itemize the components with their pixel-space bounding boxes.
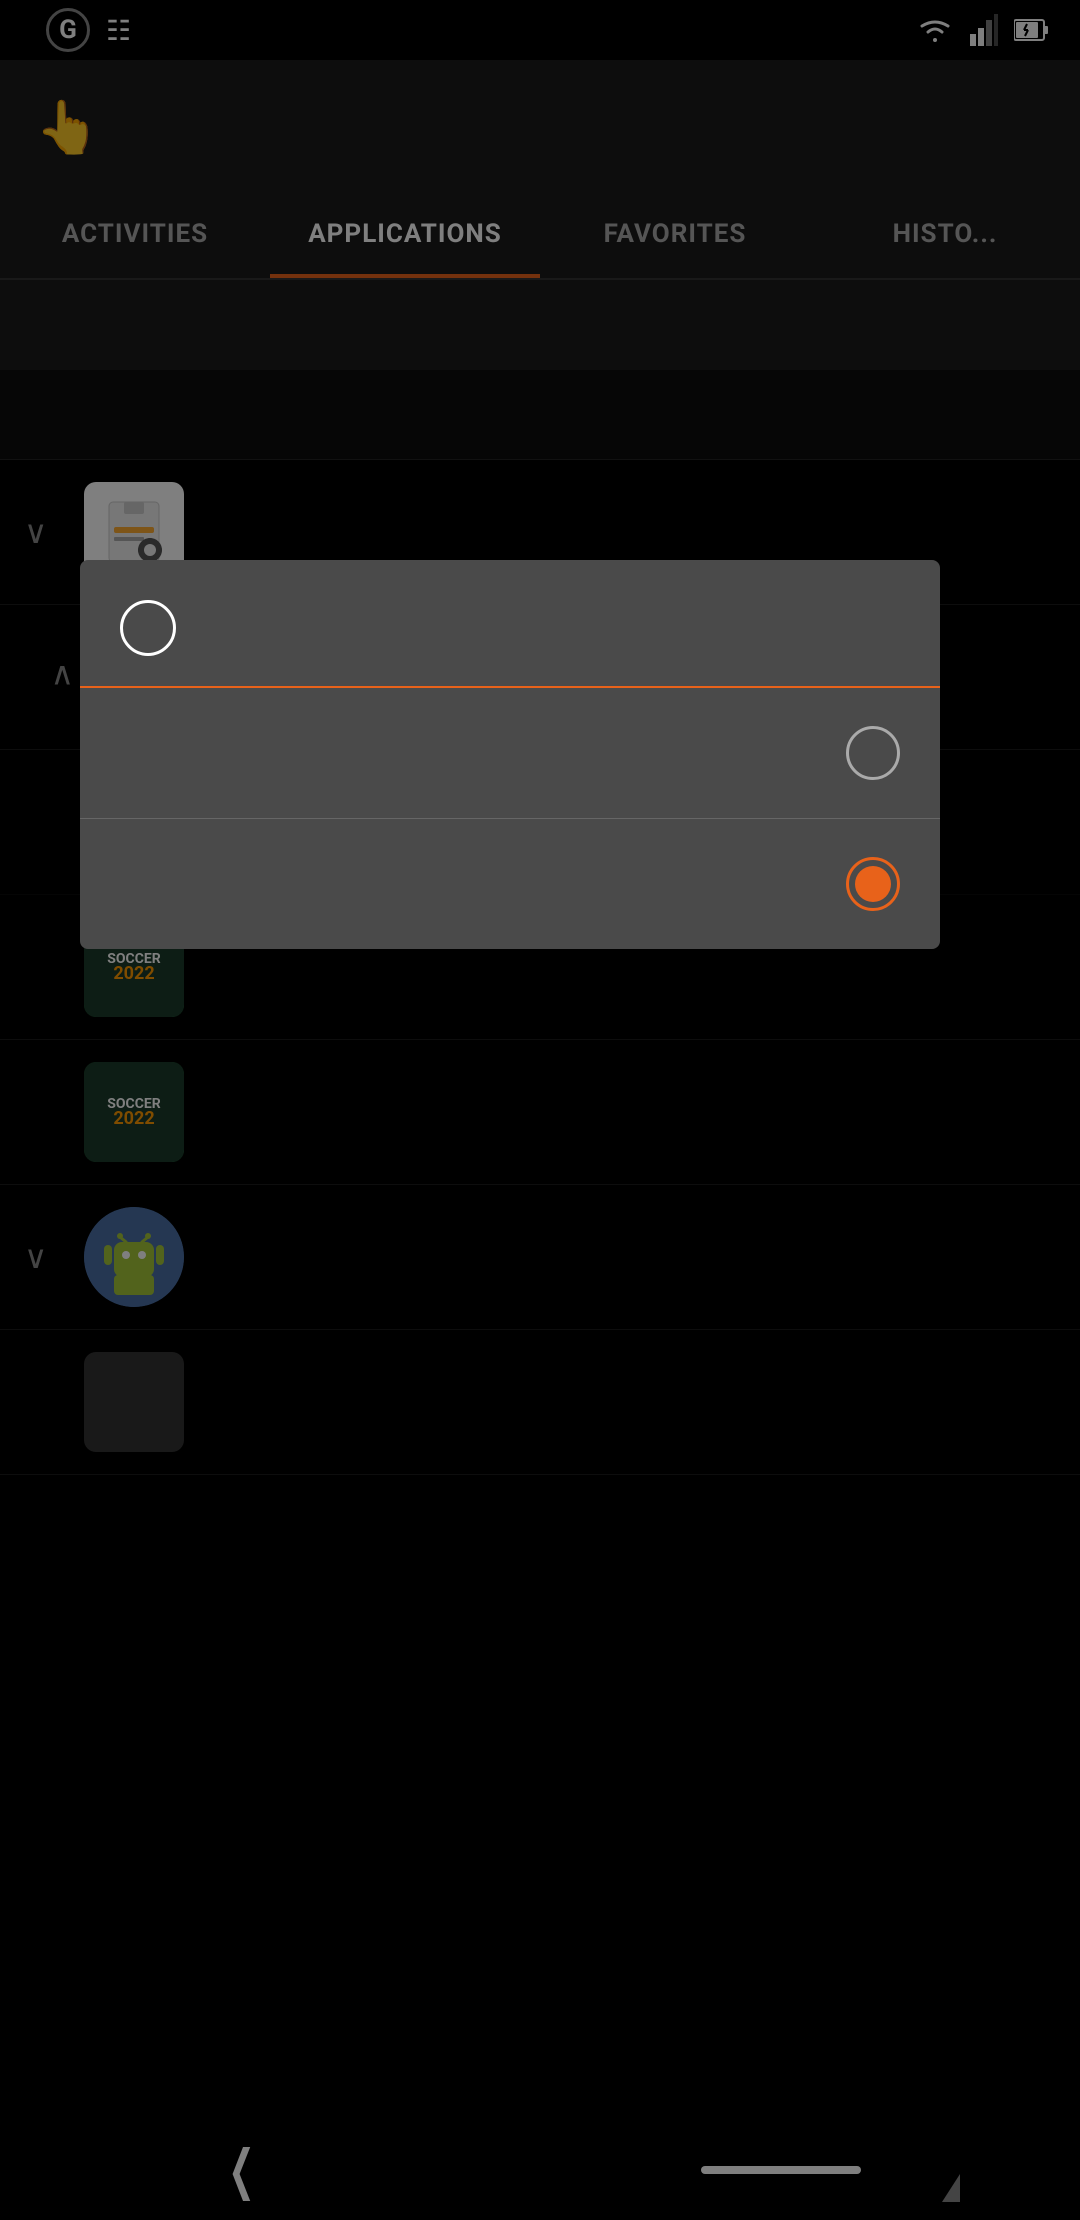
normal-search-option[interactable] — [80, 819, 940, 949]
radio-selected-dot — [855, 866, 891, 902]
dialog-overlay — [0, 0, 1080, 2220]
incremental-search-radio[interactable] — [846, 726, 900, 780]
normal-search-radio[interactable] — [846, 857, 900, 911]
search-method-dialog — [80, 560, 940, 949]
info-icon — [120, 600, 176, 656]
incremental-search-option[interactable] — [80, 688, 940, 819]
dialog-header — [80, 560, 940, 688]
